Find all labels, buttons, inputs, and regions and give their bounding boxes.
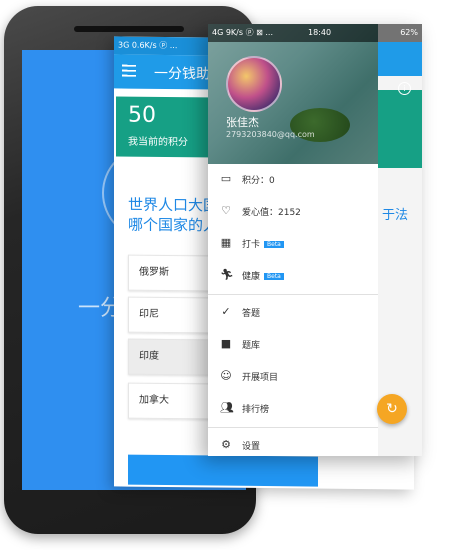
drawer-item-label: 题库 xyxy=(242,341,261,351)
drawer-item-answer[interactable]: ✓ 答题 xyxy=(208,297,378,329)
beta-badge: Beta xyxy=(264,273,284,280)
menu-icon[interactable] xyxy=(122,64,136,80)
drawer-item-points[interactable]: ▭ 积分：0 xyxy=(208,164,378,196)
drawer-item-leaderboard[interactable]: 👥︎ 排行榜 xyxy=(208,393,378,425)
score-card xyxy=(378,90,422,168)
drawer-item-label: 设置 xyxy=(242,442,261,452)
smile-icon: ☺ xyxy=(220,369,232,382)
score-label: 我当前的积分 xyxy=(128,136,188,149)
running-icon: 🏃︎ xyxy=(220,268,234,281)
drawer-item-love[interactable]: ♡ 爱心值：2152 xyxy=(208,196,378,228)
refresh-icon: ↻ xyxy=(386,401,398,417)
status-bar: 4G 9K/s ⓟ ⊠ ... 18:40 62% xyxy=(208,24,422,42)
info-icon[interactable]: i xyxy=(398,82,411,95)
user-email: 2793203840@qq.com xyxy=(226,130,315,139)
beta-badge: Beta xyxy=(264,241,284,248)
status-left: 4G 9K/s ⓟ ⊠ ... xyxy=(212,28,273,37)
app-title: 一分钱助 xyxy=(154,65,210,83)
drawer-item-label: 答题 xyxy=(242,309,261,319)
card-icon: ▭ xyxy=(220,172,232,185)
status-time: 18:40 xyxy=(308,28,332,37)
battery-level: 62% xyxy=(400,28,418,37)
refresh-fab[interactable]: ↻ xyxy=(377,394,407,424)
question-text-fragment: 于法 xyxy=(382,208,409,223)
drawer-item-projects[interactable]: ☺ 开展项目 xyxy=(208,361,378,393)
score-value: 50 xyxy=(128,102,156,128)
check-circle-icon: ✓ xyxy=(221,305,231,318)
drawer-item-settings[interactable]: ⚙ 设置 xyxy=(208,430,378,456)
drawer-item-label: 排行榜 xyxy=(242,405,270,415)
divider xyxy=(208,294,378,295)
people-icon: 👥︎ xyxy=(220,401,234,414)
calendar-icon: ▦ xyxy=(220,236,232,249)
drawer-item-label: 爱心值：2152 xyxy=(242,208,301,218)
drawer-item-label: 开展项目 xyxy=(242,373,279,383)
drawer-item-label: 打卡 Beta xyxy=(242,237,284,250)
avatar[interactable] xyxy=(226,56,282,112)
submit-button[interactable] xyxy=(128,454,318,487)
user-name: 张佳杰 xyxy=(226,116,259,129)
drawer-item-health[interactable]: 🏃︎ 健康 Beta xyxy=(208,260,378,292)
drawer-menu: ▭ 积分：0 ♡ 爱心值：2152 ▦ 打卡 Beta 🏃︎ 健康 Beta ✓ 答… xyxy=(208,164,378,456)
background-content: 于法 xyxy=(378,42,422,456)
drawer-screen: 于法 i 4G 9K/s ⓟ ⊠ ... 18:40 62% 张佳杰 27932… xyxy=(208,24,422,456)
phone-speaker xyxy=(74,26,184,32)
drawer-item-label: 健康 Beta xyxy=(242,269,284,282)
drawer-item-checkin[interactable]: ▦ 打卡 Beta xyxy=(208,228,378,260)
toolbar xyxy=(378,42,422,76)
drawer-item-label: 积分：0 xyxy=(242,176,275,186)
book-icon: ■ xyxy=(220,337,232,350)
drawer-header: 张佳杰 2793203840@qq.com xyxy=(208,24,378,164)
gear-icon: ⚙ xyxy=(221,438,231,451)
divider xyxy=(208,427,378,428)
heart-icon: ♡ xyxy=(221,204,231,217)
drawer-item-questionbank[interactable]: ■ 题库 xyxy=(208,329,378,361)
